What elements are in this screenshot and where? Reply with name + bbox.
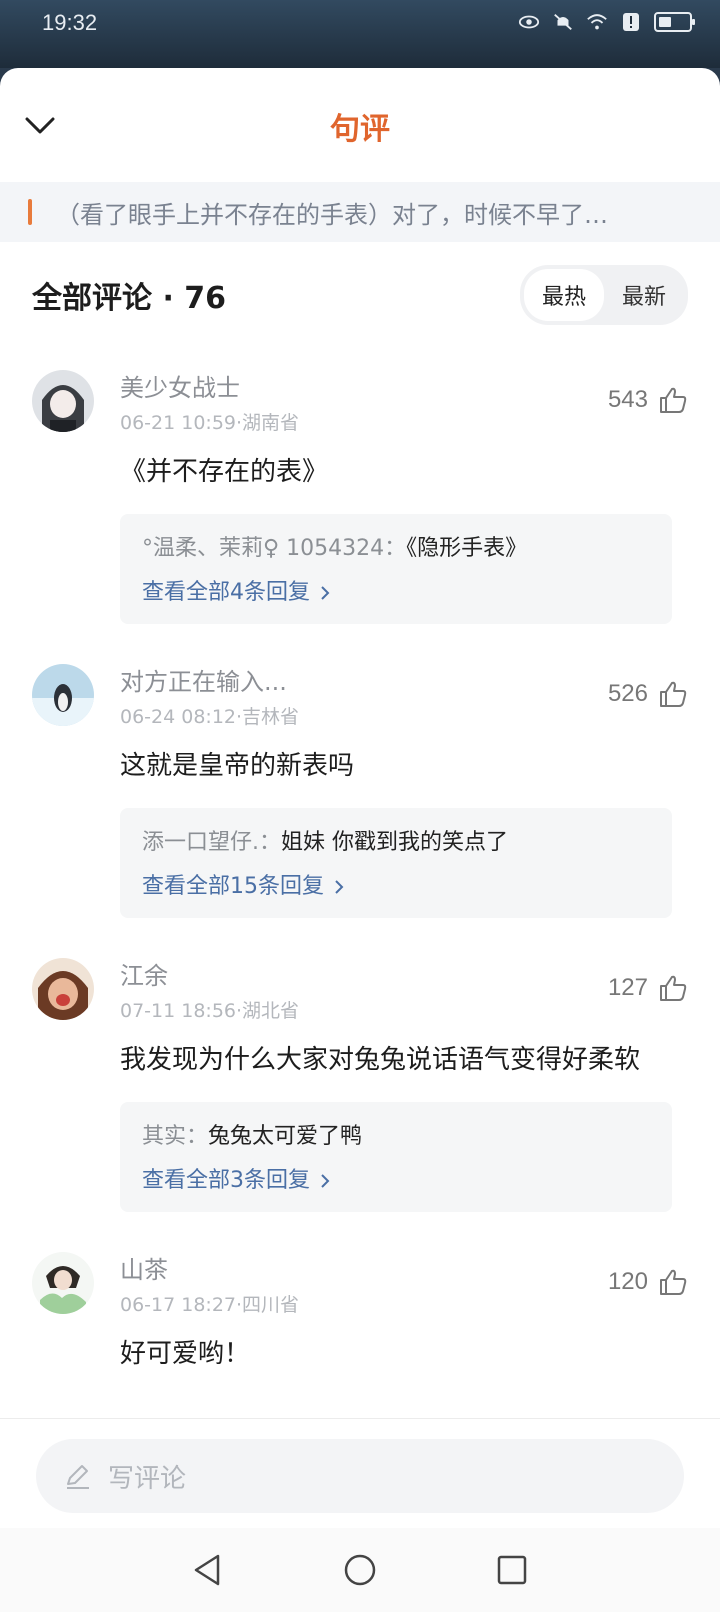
- reply-author: 添一口望仔.：: [142, 830, 281, 855]
- like-button[interactable]: 120: [608, 1268, 688, 1296]
- comment-text: 我发现为什么大家对兔兔说话语气变得好柔软: [120, 1045, 641, 1075]
- quote-text: （看了眼手上并不存在的手表）对了，时候不早了…: [56, 200, 608, 229]
- comment-meta: 07-11 18:56·湖北省: [120, 1000, 300, 1022]
- comment-item[interactable]: 山茶 06-17 18:27·四川省 好可爱哟！ 120: [0, 1252, 720, 1372]
- mute-icon: [554, 13, 572, 31]
- quote-banner[interactable]: （看了眼手上并不存在的手表）对了，时候不早了…: [0, 182, 720, 242]
- like-button[interactable]: 127: [608, 974, 688, 1002]
- like-button[interactable]: 543: [608, 386, 688, 414]
- comment-meta: 06-21 10:59·湖南省: [120, 412, 300, 434]
- comment-author[interactable]: 江余: [120, 958, 688, 990]
- comment-text: 《并不存在的表》: [120, 457, 329, 487]
- comment-meta: 06-17 18:27·四川省: [120, 1294, 300, 1316]
- reply-text: 姐妹 你戳到我的笑点了: [281, 830, 508, 855]
- recents-square-icon: [497, 1555, 527, 1585]
- view-all-replies-label: 查看全部15条回复: [142, 874, 324, 899]
- page-title: 句评: [330, 112, 390, 147]
- like-count: 543: [607, 386, 648, 413]
- comment-meta: 06-24 08:12·吉林省: [120, 706, 300, 728]
- avatar[interactable]: [32, 370, 94, 432]
- view-all-replies-link[interactable]: 查看全部3条回复: [142, 1166, 650, 1196]
- system-nav-bar: [0, 1528, 720, 1612]
- status-bar: 19:32: [0, 0, 720, 68]
- sort-new-button[interactable]: 最新: [604, 269, 684, 321]
- avatar-image: [32, 1252, 94, 1314]
- like-button[interactable]: 526: [608, 680, 688, 708]
- comments-sheet: 句评 （看了眼手上并不存在的手表）对了，时候不早了… 全部评论 · 76 最热 …: [0, 68, 720, 1612]
- comment-item[interactable]: 美少女战士 06-21 10:59·湖南省 《并不存在的表》 °温柔、茉莉♀ 1…: [0, 370, 720, 624]
- wifi-icon: [587, 14, 607, 30]
- sheet-header: 句评: [0, 68, 720, 182]
- like-count: 127: [607, 974, 648, 1001]
- chevron-right-icon: [321, 1174, 330, 1188]
- view-all-replies-link[interactable]: 查看全部15条回复: [142, 872, 650, 902]
- avatar[interactable]: [32, 664, 94, 726]
- composer-bar: 写评论: [0, 1418, 720, 1528]
- reply-line: 其实：兔兔太可爱了鸭: [142, 1120, 650, 1154]
- comment-author[interactable]: 山茶: [120, 1252, 688, 1284]
- comment-item[interactable]: 江余 07-11 18:56·湖北省 我发现为什么大家对兔兔说话语气变得好柔软 …: [0, 958, 720, 1212]
- status-icons: [518, 12, 695, 32]
- nav-home-button[interactable]: [340, 1550, 380, 1590]
- like-count: 120: [607, 1268, 648, 1295]
- comment-author[interactable]: 对方正在输入...: [120, 664, 688, 696]
- write-comment-input[interactable]: 写评论: [36, 1439, 684, 1513]
- comment-text: 好可爱哟！: [120, 1339, 251, 1369]
- eye-icon: [518, 15, 540, 29]
- back-triangle-icon: [194, 1554, 220, 1586]
- avatar-image: [32, 664, 94, 726]
- comment-author[interactable]: 美少女战士: [120, 370, 688, 402]
- sort-hot-button[interactable]: 最热: [523, 269, 604, 321]
- chevron-right-icon: [335, 880, 344, 894]
- reply-preview[interactable]: 添一口望仔.：姐妹 你戳到我的笑点了 查看全部15条回复: [120, 808, 672, 918]
- reply-preview[interactable]: 其实：兔兔太可爱了鸭 查看全部3条回复: [120, 1102, 672, 1212]
- thumb-up-icon: [660, 975, 687, 1001]
- sort-toggle: 最热 最新: [519, 265, 688, 325]
- avatar-image: [32, 958, 94, 1020]
- view-all-replies-label: 查看全部3条回复: [142, 1168, 310, 1193]
- alert-icon: [623, 13, 639, 31]
- write-comment-placeholder: 写评论: [108, 1463, 187, 1494]
- like-count: 526: [607, 680, 648, 707]
- nav-back-button[interactable]: [188, 1550, 228, 1590]
- view-all-replies-link[interactable]: 查看全部4条回复: [142, 578, 650, 608]
- quote-accent-bar: [28, 199, 32, 225]
- view-all-replies-label: 查看全部4条回复: [142, 580, 310, 605]
- thumb-up-icon: [660, 1269, 687, 1295]
- reply-preview[interactable]: °温柔、茉莉♀ 1054324：《隐形手表》 查看全部4条回复: [120, 514, 672, 624]
- avatar-image: [32, 370, 94, 432]
- pencil-icon: [67, 1465, 89, 1489]
- reply-author: 其实：: [142, 1124, 209, 1149]
- reply-text: 兔兔太可爱了鸭: [208, 1124, 363, 1149]
- reply-author: °温柔、茉莉♀ 1054324：: [142, 536, 407, 561]
- comments-header: 全部评论 · 76 最热 最新: [0, 242, 720, 348]
- reply-line: 添一口望仔.：姐妹 你戳到我的笑点了: [142, 826, 650, 860]
- battery-icon: [654, 12, 695, 32]
- nav-recents-button[interactable]: [492, 1550, 532, 1590]
- thumb-up-icon: [660, 681, 687, 707]
- comment-text: 这就是皇帝的新表吗: [120, 751, 355, 781]
- reply-text: 《隐形手表》: [406, 536, 528, 561]
- avatar[interactable]: [32, 1252, 94, 1314]
- avatar[interactable]: [32, 958, 94, 1020]
- reply-line: °温柔、茉莉♀ 1054324：《隐形手表》: [142, 532, 650, 566]
- status-time: 19:32: [42, 10, 98, 35]
- home-circle-icon: [344, 1554, 376, 1586]
- comments-count-title: 全部评论 · 76: [32, 281, 227, 316]
- comment-item[interactable]: 对方正在输入... 06-24 08:12·吉林省 这就是皇帝的新表吗 添一口望…: [0, 664, 720, 918]
- chevron-right-icon: [321, 586, 330, 600]
- thumb-up-icon: [660, 387, 687, 413]
